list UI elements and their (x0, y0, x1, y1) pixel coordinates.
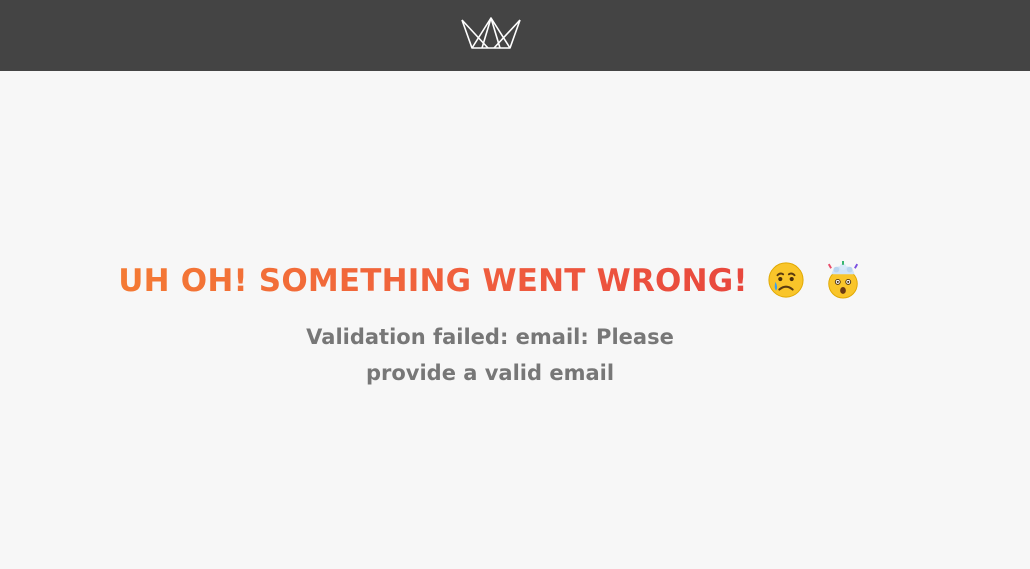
error-page-content: UH OH! SOMETHING WENT WRONG! Validation … (0, 71, 1030, 569)
error-title-text: UH OH! SOMETHING WENT WRONG! (118, 263, 748, 299)
exploding-head-emoji-icon (827, 261, 858, 299)
crown-icon[interactable] (460, 16, 522, 50)
error-title: UH OH! SOMETHING WENT WRONG! (0, 261, 980, 299)
error-message: Validation failed: email: Please provide… (306, 325, 674, 385)
crying-face-emoji-icon (768, 262, 804, 298)
top-header-bar (0, 0, 1030, 71)
